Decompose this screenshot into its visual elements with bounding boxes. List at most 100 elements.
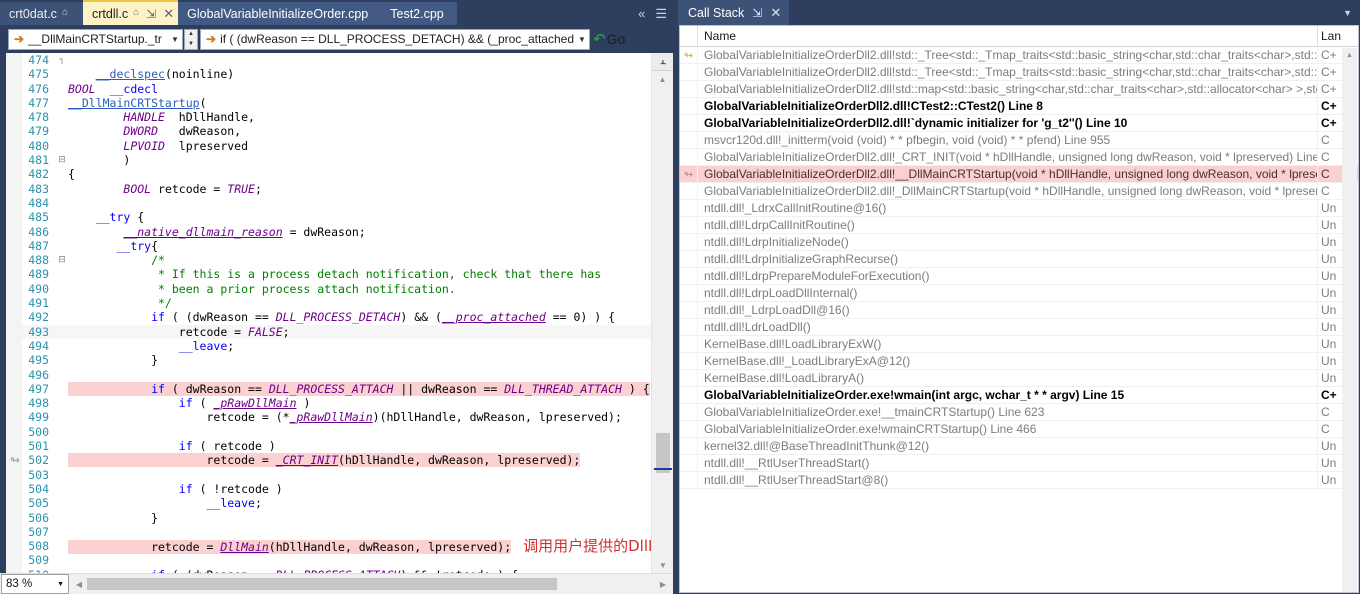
zoom-level-dropdown[interactable]: 83 % ▼ bbox=[1, 574, 69, 594]
code-line[interactable]: 509 bbox=[22, 553, 651, 567]
close-icon[interactable]: ✕ bbox=[163, 7, 174, 20]
call-stack-row[interactable]: GlobalVariableInitializeOrder.exe!__tmai… bbox=[680, 404, 1358, 421]
call-stack-grid[interactable]: Name Lan ↬GlobalVariableInitializeOrderD… bbox=[679, 25, 1359, 593]
panel-menu-icon[interactable]: ▼ bbox=[1343, 8, 1360, 18]
code-line[interactable]: 501 if ( retcode ) bbox=[22, 439, 651, 453]
horizontal-scroll-thumb[interactable] bbox=[87, 578, 557, 590]
code-line[interactable]: 496 bbox=[22, 368, 651, 382]
call-stack-row[interactable]: GlobalVariableInitializeOrderDll2.dll!_C… bbox=[680, 149, 1358, 166]
fold-marker-icon[interactable]: ┐ bbox=[56, 53, 68, 67]
code-line[interactable]: 508 retcode = DllMain(hDllHandle, dwReas… bbox=[22, 539, 651, 553]
code-line[interactable]: 475 __declspec(noinline) bbox=[22, 67, 651, 81]
go-button[interactable]: ↶ Go bbox=[593, 28, 627, 51]
call-stack-row[interactable]: ntdll.dll!__RtlUserThreadStart@8()Un bbox=[680, 472, 1358, 489]
call-stack-rows[interactable]: ↬GlobalVariableInitializeOrderDll2.dll!s… bbox=[680, 47, 1358, 489]
call-stack-row[interactable]: ntdll.dll!LdrLoadDll()Un bbox=[680, 319, 1358, 336]
code-line[interactable]: 502 retcode = _CRT_INIT(hDllHandle, dwRe… bbox=[22, 453, 651, 467]
code-line[interactable]: 488⊟ /* bbox=[22, 253, 651, 267]
tab-crt0dat-c[interactable]: crt0dat.c ⌂ bbox=[0, 2, 83, 25]
code-line[interactable]: 500 bbox=[22, 425, 651, 439]
code-line[interactable]: 504 if ( !retcode ) bbox=[22, 482, 651, 496]
call-stack-row[interactable]: msvcr120d.dll!_initterm(void (void) * * … bbox=[680, 132, 1358, 149]
tab-test2-cpp[interactable]: Test2.cpp bbox=[381, 2, 457, 25]
spinner-down-icon[interactable]: ▼ bbox=[188, 41, 194, 47]
call-stack-row[interactable]: ntdll.dll!LdrpLoadDllInternal()Un bbox=[680, 285, 1358, 302]
call-stack-tab[interactable]: Call Stack ⇲ ✕ bbox=[678, 0, 789, 25]
call-stack-row[interactable]: GlobalVariableInitializeOrderDll2.dll!st… bbox=[680, 64, 1358, 81]
code-line[interactable]: 493 retcode = FALSE; bbox=[22, 325, 651, 339]
code-line[interactable]: 476BOOL __cdecl bbox=[22, 82, 651, 96]
scroll-up-arrow[interactable]: ▲ bbox=[652, 71, 673, 87]
horizontal-scroll-track[interactable] bbox=[87, 577, 655, 591]
code-line[interactable]: 478 HANDLE hDllHandle, bbox=[22, 110, 651, 124]
call-stack-row[interactable]: ntdll.dll!_LdrxCallInitRoutine@16()Un bbox=[680, 200, 1358, 217]
header-name-column[interactable]: Name bbox=[698, 26, 1318, 47]
code-lines[interactable]: 474┐475 __declspec(noinline)476BOOL __cd… bbox=[22, 53, 651, 573]
code-line[interactable]: 503 bbox=[22, 468, 651, 482]
scroll-left-arrow[interactable]: ◀ bbox=[71, 580, 87, 589]
member-dropdown[interactable]: ➔ if ( (dwReason == DLL_PROCESS_DETACH) … bbox=[200, 29, 590, 50]
editor-horizontal-scrollbar[interactable]: ◀ ▶ bbox=[71, 575, 671, 593]
close-icon[interactable]: ✕ bbox=[770, 5, 781, 21]
code-line[interactable]: 495 } bbox=[22, 353, 651, 367]
call-stack-row[interactable]: KernelBase.dll!LoadLibraryExW()Un bbox=[680, 336, 1358, 353]
tab-overflow-icon[interactable]: « bbox=[638, 6, 645, 21]
current-statement-arrow-icon[interactable]: ↬ bbox=[7, 453, 23, 467]
scroll-down-arrow[interactable]: ▼ bbox=[652, 557, 673, 573]
call-stack-row[interactable]: ntdll.dll!__RtlUserThreadStart()Un bbox=[680, 455, 1358, 472]
call-stack-row[interactable]: ntdll.dll!LdrpInitializeGraphRecurse()Un bbox=[680, 251, 1358, 268]
code-line[interactable]: 492 if ( (dwReason == DLL_PROCESS_DETACH… bbox=[22, 310, 651, 324]
call-stack-row[interactable]: kernel32.dll!@BaseThreadInitThunk@12()Un bbox=[680, 438, 1358, 455]
code-line[interactable]: 479 DWORD dwReason, bbox=[22, 124, 651, 138]
call-stack-row[interactable]: ntdll.dll!LdrpCallInitRoutine()Un bbox=[680, 217, 1358, 234]
call-stack-row[interactable]: ntdll.dll!LdrpInitializeNode()Un bbox=[680, 234, 1358, 251]
code-line[interactable]: 480 LPVOID lpreserved bbox=[22, 139, 651, 153]
navigation-spinner[interactable]: ▲ ▼ bbox=[184, 29, 198, 50]
code-line[interactable]: 505 __leave; bbox=[22, 496, 651, 510]
code-line[interactable]: 506 } bbox=[22, 511, 651, 525]
call-stack-row[interactable]: GlobalVariableInitializeOrderDll2.dll!CT… bbox=[680, 98, 1358, 115]
code-line[interactable]: 499 retcode = (*_pRawDllMain)(hDllHandle… bbox=[22, 410, 651, 424]
call-stack-row[interactable]: GlobalVariableInitializeOrder.exe!wmainC… bbox=[680, 421, 1358, 438]
call-stack-row[interactable]: GlobalVariableInitializeOrderDll2.dll!`d… bbox=[680, 115, 1358, 132]
call-stack-row[interactable]: GlobalVariableInitializeOrder.exe!wmain(… bbox=[680, 387, 1358, 404]
call-stack-row[interactable]: ntdll.dll!_LdrpLoadDll@16()Un bbox=[680, 302, 1358, 319]
scope-dropdown[interactable]: ➔ __DllMainCRTStartup._tr ▼ bbox=[8, 29, 183, 50]
fold-marker-icon[interactable]: ⊟ bbox=[56, 153, 68, 167]
chevron-down-icon[interactable]: ▼ bbox=[575, 35, 589, 44]
code-line[interactable]: 482{ bbox=[22, 167, 651, 181]
tab-crtdll-c[interactable]: crtdll.c ⌂ ⇲ ✕ bbox=[83, 0, 178, 25]
vertical-scroll-thumb[interactable] bbox=[656, 433, 670, 473]
code-line[interactable]: 477__DllMainCRTStartup( bbox=[22, 96, 651, 110]
code-line[interactable]: 497 if ( dwReason == DLL_PROCESS_ATTACH … bbox=[22, 382, 651, 396]
code-line[interactable]: 486 __native_dllmain_reason = dwReason; bbox=[22, 225, 651, 239]
breakpoint-margin[interactable] bbox=[0, 53, 22, 573]
chevron-down-icon[interactable]: ▼ bbox=[168, 35, 182, 44]
tab-dropdown-icon[interactable]: ☰ bbox=[655, 6, 667, 22]
header-language-column[interactable]: Lan bbox=[1318, 26, 1342, 47]
call-stack-row[interactable]: KernelBase.dll!_LoadLibraryExA@12()Un bbox=[680, 353, 1358, 370]
pin-icon[interactable]: ⇲ bbox=[146, 7, 156, 21]
fold-marker-icon[interactable]: ⊟ bbox=[56, 253, 68, 267]
call-stack-row[interactable]: ↬GlobalVariableInitializeOrderDll2.dll!_… bbox=[680, 166, 1358, 183]
call-stack-row[interactable]: ntdll.dll!LdrpPrepareModuleForExecution(… bbox=[680, 268, 1358, 285]
pin-icon[interactable]: ⇲ bbox=[752, 6, 762, 20]
code-line[interactable]: 485 __try { bbox=[22, 210, 651, 224]
code-line[interactable]: 487 __try{ bbox=[22, 239, 651, 253]
call-stack-row[interactable]: KernelBase.dll!LoadLibraryA()Un bbox=[680, 370, 1358, 387]
call-stack-row[interactable]: GlobalVariableInitializeOrderDll2.dll!st… bbox=[680, 81, 1358, 98]
scroll-up-arrow[interactable]: ▲ bbox=[1342, 48, 1357, 63]
code-line[interactable]: 483 BOOL retcode = TRUE; bbox=[22, 182, 651, 196]
code-line[interactable]: 481⊟ ) bbox=[22, 153, 651, 167]
code-line[interactable]: 491 */ bbox=[22, 296, 651, 310]
code-line[interactable]: 489 * If this is a process detach notifi… bbox=[22, 267, 651, 281]
call-stack-row[interactable]: ↬GlobalVariableInitializeOrderDll2.dll!s… bbox=[680, 47, 1358, 64]
editor-vertical-scrollbar[interactable]: ⫠ ▲ ▼ bbox=[651, 53, 673, 573]
code-surface[interactable]: 474┐475 __declspec(noinline)476BOOL __cd… bbox=[0, 53, 673, 573]
spinner-up-icon[interactable]: ▲ bbox=[188, 31, 194, 37]
tab-globalvariableinitializeorder-cpp[interactable]: GlobalVariableInitializeOrder.cpp bbox=[178, 2, 381, 25]
code-line[interactable]: 474┐ bbox=[22, 53, 651, 67]
code-line[interactable]: 498 if ( _pRawDllMain ) bbox=[22, 396, 651, 410]
code-line[interactable]: 490 * been a prior process attach notifi… bbox=[22, 282, 651, 296]
chevron-down-icon[interactable]: ▼ bbox=[57, 581, 64, 588]
